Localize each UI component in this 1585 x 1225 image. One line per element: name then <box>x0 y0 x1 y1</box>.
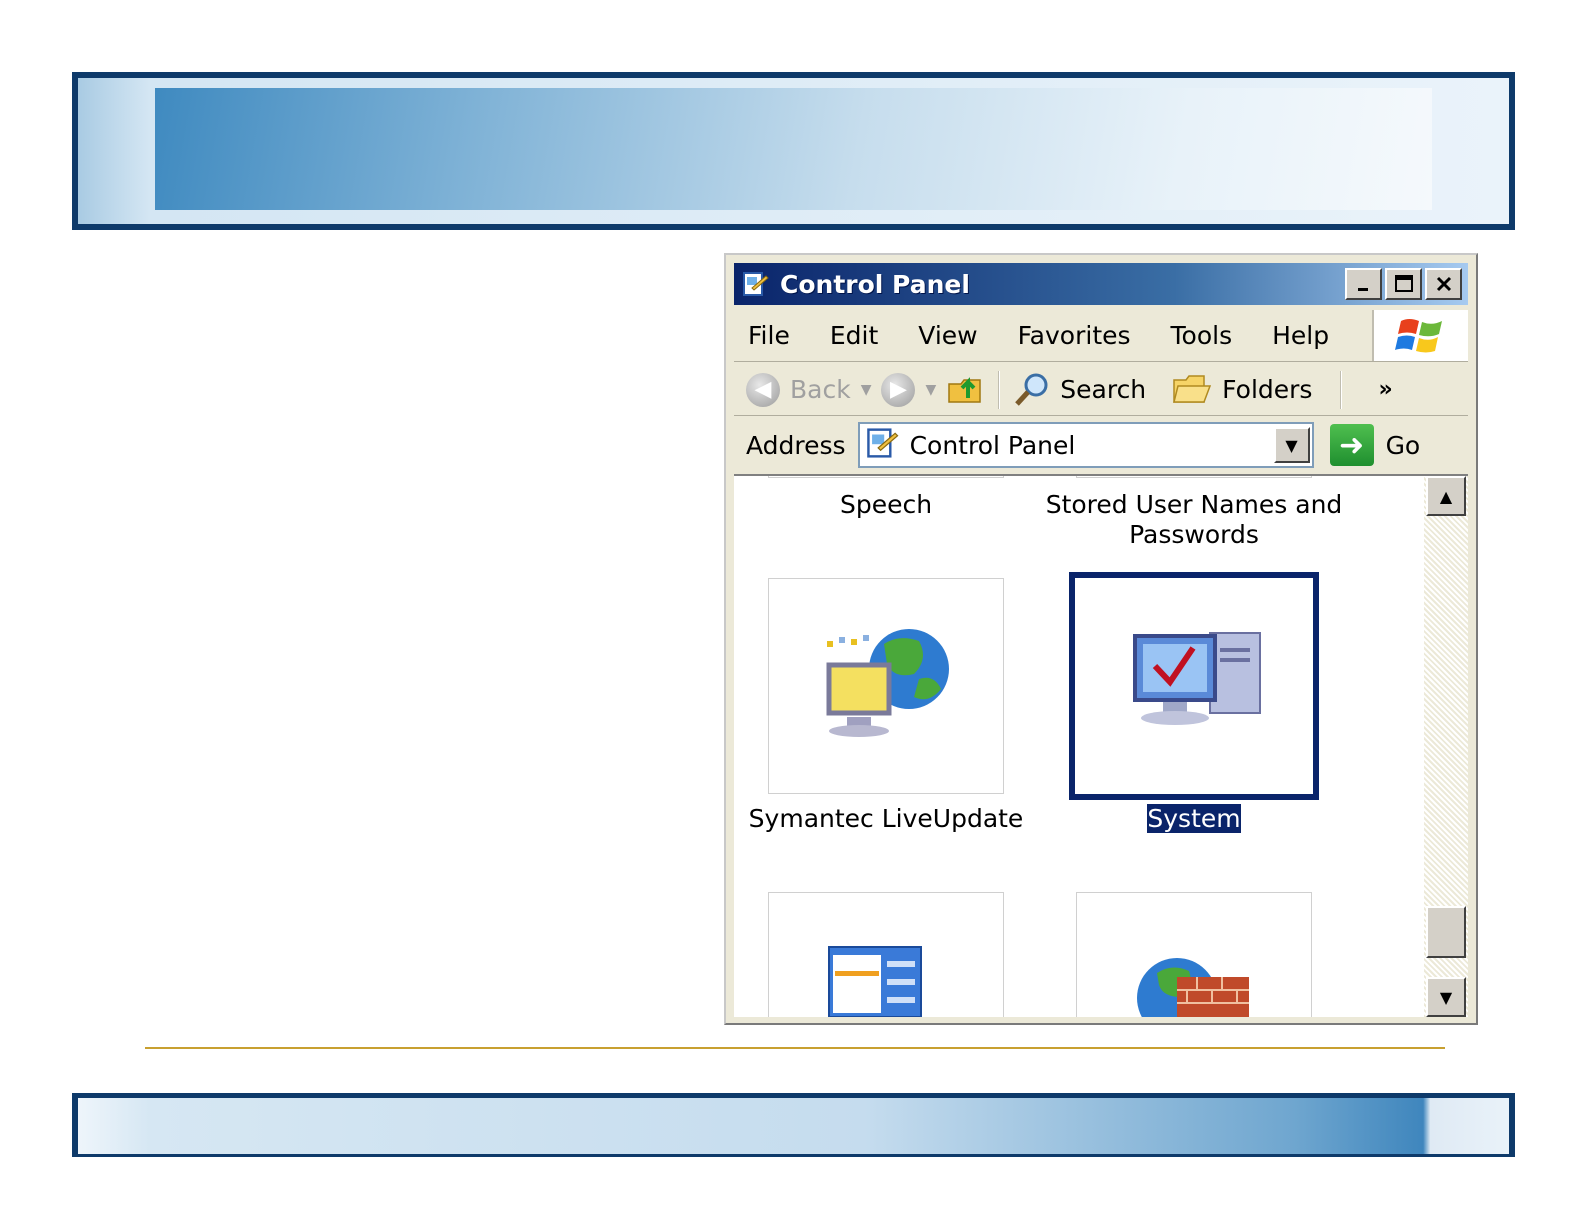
icon-tile-firewall[interactable] <box>1076 892 1312 1017</box>
toolbar-separator <box>998 370 1001 409</box>
back-arrow-icon: ◀ <box>746 372 780 407</box>
minimize-icon <box>1357 288 1368 291</box>
liveupdate-icon <box>826 629 949 737</box>
slide-header-banner <box>72 72 1515 230</box>
forward-dropdown-icon[interactable]: ▼ <box>925 382 936 398</box>
forward-arrow-icon[interactable]: ▶ <box>881 372 916 407</box>
windows-logo-icon <box>1372 310 1468 361</box>
back-dropdown-icon[interactable]: ▼ <box>861 382 872 398</box>
close-icon <box>1436 276 1451 292</box>
go-label: Go <box>1385 430 1421 460</box>
chevron-down-icon: ▼ <box>1285 435 1298 455</box>
slide-divider-line <box>145 1047 1445 1049</box>
icon-label-symantec-liveupdate[interactable]: Symantec LiveUpdate <box>738 804 1034 834</box>
go-arrow-icon: ➜ <box>1329 424 1374 466</box>
menu-bar: File Edit View Favorites Tools Help <box>734 310 1468 362</box>
firewall-icon <box>1137 958 1249 1017</box>
menu-view[interactable]: View <box>918 321 977 350</box>
taskbar-icon <box>828 946 922 1017</box>
folder-icon <box>1173 374 1212 403</box>
go-button[interactable]: ➜ Go <box>1329 424 1421 466</box>
address-label: Address <box>746 430 846 460</box>
icon-tile-stored-user-names[interactable] <box>1076 476 1312 478</box>
title-bar[interactable]: Control Panel <box>734 263 1468 305</box>
address-bar: Address Control Panel ▼ ➜ Go <box>734 418 1468 472</box>
icon-label-speech[interactable]: Speech <box>768 490 1004 520</box>
search-icon <box>1015 373 1048 406</box>
icon-tile-symantec-liveupdate[interactable] <box>768 578 1004 794</box>
up-folder-icon[interactable] <box>946 368 986 412</box>
address-value: Control Panel <box>909 430 1076 460</box>
icon-view: Speech Stored User Names and Passwords S… <box>734 474 1468 1017</box>
arrow-down-icon: ▼ <box>1439 987 1453 1007</box>
scroll-down-button[interactable]: ▼ <box>1426 977 1466 1017</box>
address-field[interactable]: Control Panel ▼ <box>857 422 1314 468</box>
menu-help[interactable]: Help <box>1272 321 1329 350</box>
icon-tile-system[interactable] <box>1069 572 1319 800</box>
control-panel-icon <box>742 270 770 298</box>
scrollbar-thumb[interactable] <box>1426 906 1466 958</box>
system-computer-icon <box>1133 632 1261 725</box>
scroll-up-button[interactable]: ▲ <box>1426 476 1466 516</box>
folders-button[interactable]: Folders <box>1172 372 1312 408</box>
maximize-button[interactable] <box>1385 268 1422 300</box>
back-button[interactable]: ◀ Back <box>746 372 851 407</box>
folders-label: Folders <box>1222 375 1313 404</box>
icon-tile-speech[interactable] <box>768 476 1004 478</box>
icon-label-stored-user-names[interactable]: Stored User Names and Passwords <box>1034 490 1354 550</box>
control-panel-window: Control Panel File Edit View Favorites T… <box>724 253 1478 1025</box>
menu-edit[interactable]: Edit <box>830 321 878 350</box>
search-label: Search <box>1060 375 1147 404</box>
close-button[interactable] <box>1425 268 1462 300</box>
toolbar-overflow-button[interactable]: » <box>1378 377 1392 402</box>
maximize-icon <box>1394 275 1413 292</box>
vertical-scrollbar[interactable]: ▲ ▼ <box>1424 476 1468 1017</box>
menu-file[interactable]: File <box>748 321 790 350</box>
icon-tile-taskbar[interactable] <box>768 892 1004 1017</box>
minimize-button[interactable] <box>1345 268 1382 300</box>
standard-toolbar: ◀ Back ▼ ▶ ▼ Search Folders » <box>734 364 1468 416</box>
toolbar-separator <box>1340 370 1343 409</box>
slide-footer-banner <box>72 1093 1515 1157</box>
address-dropdown-button[interactable]: ▼ <box>1273 427 1310 463</box>
search-button[interactable]: Search <box>1012 370 1146 410</box>
menu-favorites[interactable]: Favorites <box>1018 321 1131 350</box>
icon-label-system[interactable]: System <box>1076 803 1312 834</box>
arrow-up-icon: ▲ <box>1439 486 1453 506</box>
back-label: Back <box>790 375 851 404</box>
window-title: Control Panel <box>780 269 970 299</box>
control-panel-icon <box>866 426 900 464</box>
menu-tools[interactable]: Tools <box>1171 321 1233 350</box>
